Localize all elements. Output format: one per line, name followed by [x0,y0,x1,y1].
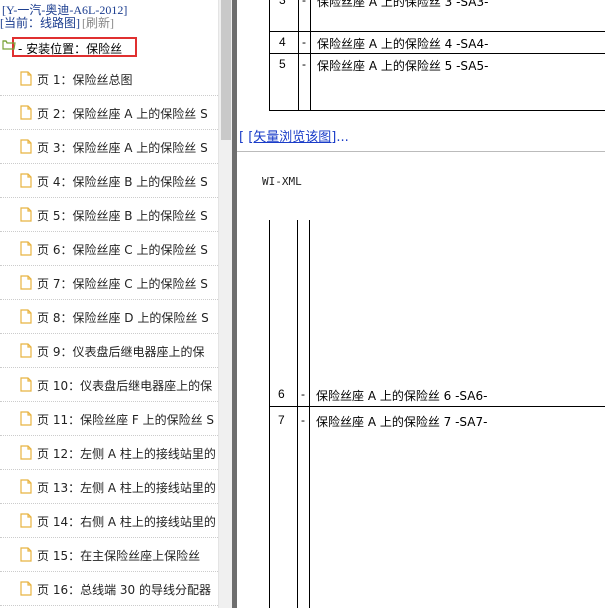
table-column-divider [309,220,310,608]
document-icon [20,309,32,324]
document-icon [20,343,32,358]
document-icon [20,547,32,562]
tree-item-page[interactable]: 页 1：保险丝总图 [0,62,218,96]
tree-item-page[interactable]: 页 15：在主保险丝座上保险丝 [0,538,218,572]
row-description: 保险丝座 A 上的保险丝 3 -SA3- [317,0,489,9]
tree-item-label: 页 7：保险丝座 C 上的保险丝 S [37,277,208,291]
page-list: 页 1：保险丝总图页 2：保险丝座 A 上的保险丝 S 页 3：保险丝座 A 上的… [0,62,218,606]
document-icon [20,139,32,154]
tree-item-page[interactable]: 页 9：仪表盘后继电器座上的保 [0,334,218,368]
tree-item-label: 页 4：保险丝座 B 上的保险丝 S [37,175,208,189]
tree-item-label: 页 16：总线端 30 的导线分配器 [37,583,211,597]
wi-xml-label: WI-XML [262,175,302,188]
table-row-divider [270,31,605,32]
tree-item-label: 页 1：保险丝总图 [37,73,133,87]
tree-item-page[interactable]: 页 2：保险丝座 A 上的保险丝 S [0,96,218,130]
tree-item-label: 页 3：保险丝座 A 上的保险丝 S [37,141,208,155]
table-column-divider [297,220,298,608]
breadcrumb-current[interactable]: [当前：线路图] [0,16,80,30]
breadcrumb: [当前：线路图] [刷新] [0,14,114,31]
tree-panel: [Y-一汽-奥迪-A6L-2012] [当前：线路图] [刷新] - 安装位置：保… [0,0,218,608]
row-number: 7 [278,413,285,427]
tree-item-page[interactable]: 页 10：仪表盘后继电器座上的保 [0,368,218,402]
row-number: 3 [279,0,286,7]
tree-item-label: 页 15：在主保险丝座上保险丝 [37,549,201,563]
document-icon [20,581,32,596]
tree-item-page[interactable]: 页 16：总线端 30 的导线分配器 [0,572,218,606]
tree-item-label: 页 9：仪表盘后继电器座上的保 [37,345,205,359]
row-description: 保险丝座 A 上的保险丝 4 -SA4- [317,37,489,51]
row-description: 保险丝座 A 上的保险丝 6 -SA6- [316,389,488,403]
tree-item-label: 页 8：保险丝座 D 上的保险丝 S [37,311,209,325]
tree-item-label: 页 6：保险丝座 C 上的保险丝 S [37,243,208,257]
row-number: 4 [279,35,286,49]
vector-link-ellipsis: ... [336,130,349,145]
tree-item-page[interactable]: 页 3：保险丝座 A 上的保险丝 S [0,130,218,164]
tree-item-page[interactable]: 页 8：保险丝座 D 上的保险丝 S [0,300,218,334]
tree-item-label: 页 5：保险丝座 B 上的保险丝 S [37,209,208,223]
row-number: 5 [279,57,286,71]
tree-item-label: 页 14：右侧 A 柱上的接线站里的 [37,515,216,529]
tree-item-page[interactable]: 页 14：右侧 A 柱上的接线站里的 [0,504,218,538]
document-panel: 3- 保险丝座 A 上的保险丝 3 -SA3- 4- 保险丝座 A 上的保险丝 4 -… [237,0,605,608]
row-dash: - [301,413,305,427]
tree-scrollbar[interactable] [218,0,233,608]
document-icon [20,241,32,256]
scrollbar-thumb[interactable] [221,0,231,140]
fuse-table-bottom: 6 - 保险丝座 A 上的保险丝 6 -SA6- 7 - 保险丝座 A 上的保险丝 7 -… [269,220,605,608]
row-number: 6 [278,387,285,401]
table-column-divider [310,0,311,110]
row-description: 保险丝座 A 上的保险丝 5 -SA5- [317,59,489,73]
tree-item-page[interactable]: 页 6：保险丝座 C 上的保险丝 S [0,232,218,266]
table-row-divider [270,53,605,54]
document-icon [20,411,32,426]
table-column-divider [298,0,299,110]
tree-item-page[interactable]: 页 4：保险丝座 B 上的保险丝 S [0,164,218,198]
document-icon [20,445,32,460]
document-icon [20,479,32,494]
folder-open-icon [2,40,16,50]
refresh-link[interactable]: [刷新] [82,16,114,30]
row-dash: - [301,387,305,401]
fuse-table-top: 3- 保险丝座 A 上的保险丝 3 -SA3- 4- 保险丝座 A 上的保险丝 4 -… [269,0,605,111]
row-dash: - [302,0,306,7]
table-column-divider [269,220,270,608]
document-icon [20,377,32,392]
table-row-divider [269,406,605,407]
vector-link-text[interactable]: [矢量浏览该图] [248,130,336,145]
tree-item-page[interactable]: 页 7：保险丝座 C 上的保险丝 S [0,266,218,300]
row-dash: - [302,57,306,71]
row-dash: - [302,35,306,49]
document-icon [20,71,32,86]
folder-label: - 安装位置：保险丝 [18,42,123,56]
tree-item-label: 页 13：左侧 A 柱上的接线站里的 [37,481,216,495]
tree-item-page[interactable]: 页 11：保险丝座 F 上的保险丝 S [0,402,218,436]
tree-item-label: 页 12：左侧 A 柱上的接线站里的 [37,447,216,461]
document-icon [20,207,32,222]
document-icon [20,275,32,290]
folder-node-fuse-location[interactable]: - 安装位置：保险丝 [2,37,137,57]
row-description: 保险丝座 A 上的保险丝 7 -SA7- [316,415,488,429]
document-icon [20,513,32,528]
vector-link-open-bracket: [ [239,130,245,145]
tree-item-page[interactable]: 页 12：左侧 A 柱上的接线站里的 [0,436,218,470]
document-icon [20,173,32,188]
tree-item-label: 页 10：仪表盘后继电器座上的保 [37,379,213,393]
tree-item-page[interactable]: 页 5：保险丝座 B 上的保险丝 S [0,198,218,232]
document-icon [20,105,32,120]
section-separator [237,151,605,152]
tree-item-label: 页 11：保险丝座 F 上的保险丝 S [37,413,215,427]
tree-item-page[interactable]: 页 13：左侧 A 柱上的接线站里的 [0,470,218,504]
tree-item-label: 页 2：保险丝座 A 上的保险丝 S [37,107,208,121]
vector-view-link[interactable]: [ [矢量浏览该图]... [239,126,349,145]
